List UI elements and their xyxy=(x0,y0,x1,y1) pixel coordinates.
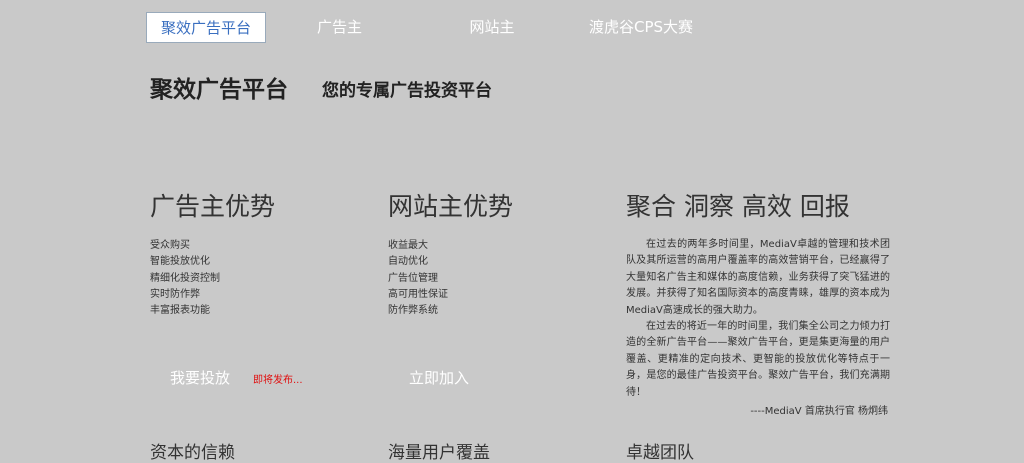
join-button[interactable]: 立即加入 xyxy=(409,367,469,388)
publisher-section: 网站主优势 收益最大 自动优化 广告位管理 高可用性保证 防作弊系统 xyxy=(388,192,588,316)
advertiser-section: 广告主优势 受众购买 智能投放优化 精细化投资控制 实时防作弊 丰富报表功能 xyxy=(150,192,350,316)
brand-title: 聚效广告平台 xyxy=(150,77,288,103)
feature-team: 卓越团队 xyxy=(626,443,694,463)
list-item: 丰富报表功能 xyxy=(150,305,210,317)
list-item: 受众购买 xyxy=(150,240,190,251)
about-text: 在过去的两年多时间里，MediaV卓越的管理和技术团队及其所运营的高用户覆盖率的… xyxy=(626,237,890,401)
list-item: 防作弊系统 xyxy=(388,305,438,317)
list-item: 高可用性保证 xyxy=(388,288,448,300)
about-section: 聚合 洞察 高效 回报 xyxy=(626,192,890,222)
list-item: 精细化投资控制 xyxy=(150,272,220,284)
publisher-heading: 网站主优势 xyxy=(388,192,514,221)
feature-capital-trust: 资本的信赖 xyxy=(150,443,235,463)
about-heading: 聚合 洞察 高效 回报 xyxy=(626,192,850,221)
brand-slogan: 您的专属广告投资平台 xyxy=(322,81,492,101)
nav-tab-publisher[interactable]: 网站主 xyxy=(413,12,571,43)
nav-tab-advertiser[interactable]: 广告主 xyxy=(266,12,413,43)
ceo-signature: ----MediaV 首席执行官 杨炯纬 xyxy=(750,406,888,417)
about-paragraph-2: 在过去的将近一年的时间里，我们集全公司之力倾力打造的全新广告平台——聚效广告平台… xyxy=(626,321,890,398)
list-item: 收益最大 xyxy=(388,240,428,251)
list-item: 广告位管理 xyxy=(388,272,438,284)
list-item: 智能投放优化 xyxy=(150,256,210,268)
advertise-button[interactable]: 我要投放 xyxy=(170,367,230,388)
list-item: 自动优化 xyxy=(388,256,428,268)
feature-user-coverage: 海量用户覆盖 xyxy=(388,443,490,463)
coming-soon-label: 即将发布... xyxy=(253,375,303,386)
nav-tab-platform[interactable]: 聚效广告平台 xyxy=(146,12,266,43)
advertiser-feature-list: 受众购买 智能投放优化 精细化投资控制 实时防作弊 丰富报表功能 xyxy=(150,238,220,319)
advertiser-heading: 广告主优势 xyxy=(150,192,276,221)
top-nav: 聚效广告平台 广告主 网站主 渡虎谷CPS大赛 xyxy=(146,12,711,43)
about-paragraph-1: 在过去的两年多时间里，MediaV卓越的管理和技术团队及其所运营的高用户覆盖率的… xyxy=(626,239,890,316)
publisher-feature-list: 收益最大 自动优化 广告位管理 高可用性保证 防作弊系统 xyxy=(388,238,448,319)
nav-tab-cps-contest[interactable]: 渡虎谷CPS大赛 xyxy=(571,12,711,43)
list-item: 实时防作弊 xyxy=(150,288,200,300)
